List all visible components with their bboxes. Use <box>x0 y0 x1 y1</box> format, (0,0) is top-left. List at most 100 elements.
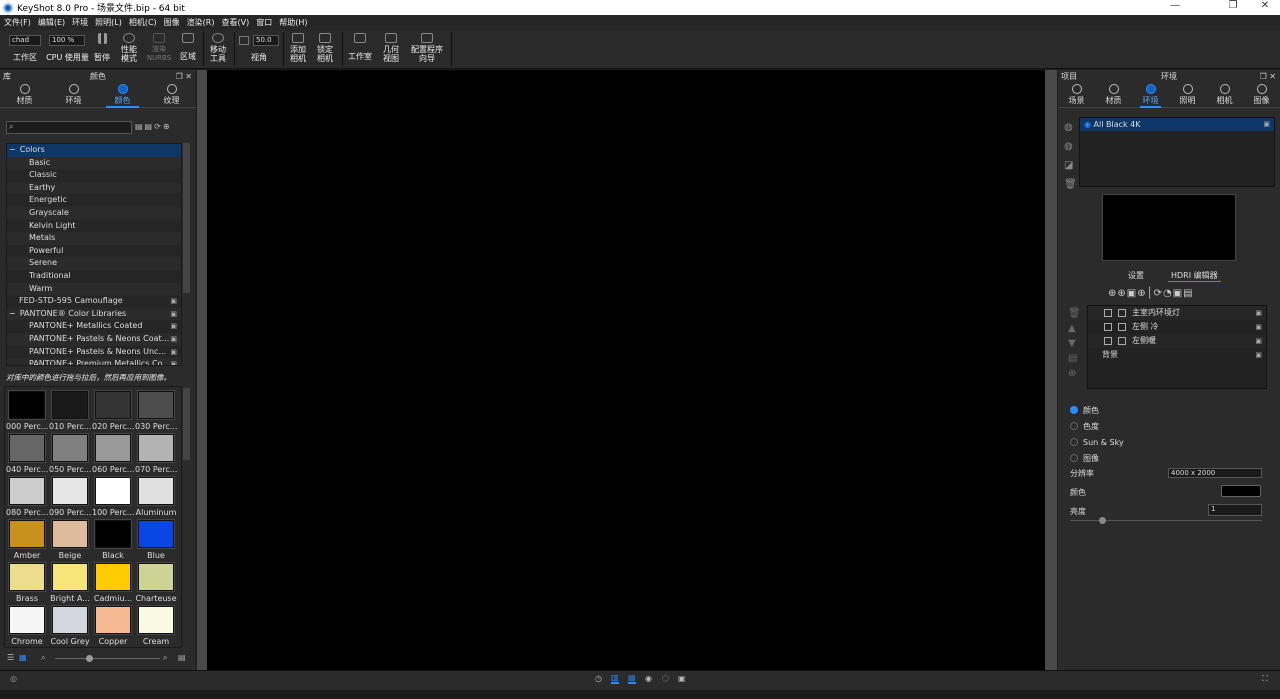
tree-item[interactable]: Classic <box>7 169 181 182</box>
render-viewport[interactable] <box>207 70 1045 670</box>
color-swatch[interactable] <box>51 519 89 549</box>
subtab-hdri-editor[interactable]: HDRI 编辑器 <box>1168 270 1221 282</box>
color-swatch[interactable] <box>94 390 132 420</box>
visibility-checkbox[interactable] <box>1104 322 1112 331</box>
color-swatch[interactable] <box>94 476 132 506</box>
color-swatch[interactable] <box>137 390 175 420</box>
minimize-button[interactable]: — <box>1160 0 1190 11</box>
menu-lighting[interactable]: 照明(L) <box>95 17 122 28</box>
tree-item[interactable]: FED-STD-595 Camouflage ▣ <box>7 295 181 308</box>
folder-add-icon[interactable]: ▤ <box>178 653 186 662</box>
resolution-select[interactable]: 4000 x 2000 <box>1168 468 1262 478</box>
swatch-scrollbar[interactable] <box>183 388 190 460</box>
menu-image[interactable]: 图像 <box>164 17 180 28</box>
solo-checkbox[interactable] <box>1118 308 1126 317</box>
tab-library-2[interactable]: 颜色 <box>98 82 147 108</box>
visibility-checkbox[interactable] <box>1104 308 1112 317</box>
tree-item[interactable]: PANTONE+ Premium Metallics Co... ▣ <box>7 358 181 365</box>
tree-item[interactable]: Serene <box>7 257 181 270</box>
grid-view-icon[interactable]: ▦ <box>19 653 27 662</box>
fov-input[interactable]: 50.0 <box>253 35 279 46</box>
color-swatch[interactable] <box>51 605 89 635</box>
cpu-usage-select[interactable]: 100 % <box>49 35 85 46</box>
pause-button[interactable]: 暂停 <box>92 33 112 62</box>
hdri-pin-item[interactable]: 主室内环境灯 ▣ <box>1088 306 1266 320</box>
tab-project-0[interactable]: 场景 <box>1058 82 1095 107</box>
panel-float-close-icon[interactable]: ❐ ✕ <box>176 72 192 81</box>
subtab-settings[interactable]: 设置 <box>1128 270 1144 281</box>
studio-button[interactable]: 工作室 <box>345 33 375 61</box>
hdri-pin-item[interactable]: 左侧 冷 ▣ <box>1088 320 1266 334</box>
color-swatch[interactable] <box>137 519 175 549</box>
workspace-select[interactable]: chad <box>9 35 41 46</box>
menu-environment[interactable]: 环境 <box>72 17 88 28</box>
background-radio[interactable]: Sun & Sky <box>1058 434 1280 450</box>
environment-tool-icons[interactable]: ◍ ◍ ◪ 🗑 <box>1064 118 1077 194</box>
color-swatch[interactable] <box>8 605 46 635</box>
tree-item[interactable]: Powerful <box>7 244 181 258</box>
background-color-swatch[interactable] <box>1221 485 1261 497</box>
geometry-view-button[interactable]: 几何 视图 <box>380 33 402 63</box>
color-swatch[interactable] <box>8 519 46 549</box>
performance-mode-button[interactable]: 性能 模式 <box>116 33 142 63</box>
network-icon[interactable]: ◎ <box>10 674 17 683</box>
menu-view[interactable]: 查看(V) <box>221 17 249 28</box>
tab-project-2[interactable]: 环境 <box>1132 82 1169 108</box>
hdri-pin-tool-icons[interactable]: ⊕⊕▣⊕│⟳◔▣▤ <box>1108 288 1194 299</box>
solo-checkbox[interactable] <box>1118 322 1126 331</box>
tree-item[interactable]: Metals <box>7 232 181 245</box>
menu-file[interactable]: 文件(F) <box>4 17 31 28</box>
left-splitter[interactable] <box>197 70 207 670</box>
color-swatch[interactable] <box>51 476 89 506</box>
tree-item[interactable]: − Colors <box>7 144 181 157</box>
tab-project-1[interactable]: 材质 <box>1095 82 1132 107</box>
tree-item[interactable]: Grayscale <box>7 207 181 220</box>
add-camera-button[interactable]: 添加 相机 <box>287 33 309 63</box>
region-button[interactable]: 区域 <box>178 33 198 61</box>
background-radio[interactable]: 色度 <box>1058 418 1280 434</box>
tree-item[interactable]: Earthy <box>7 182 181 195</box>
background-radio[interactable]: 图像 <box>1058 450 1280 466</box>
background-radio[interactable]: 颜色 <box>1058 402 1280 418</box>
color-swatch[interactable] <box>51 433 89 463</box>
tree-scrollbar[interactable] <box>183 143 190 293</box>
tree-item[interactable]: PANTONE+ Pastels & Neons Coat... ▣ <box>7 333 181 346</box>
close-button[interactable]: ✕ <box>1250 0 1280 11</box>
menu-edit[interactable]: 编辑(E) <box>38 17 65 28</box>
library-tool-icons[interactable]: ▤▤⟳⊕ <box>135 122 172 131</box>
collapse-icon[interactable]: − <box>9 145 16 154</box>
color-swatch[interactable] <box>51 562 89 592</box>
right-splitter[interactable] <box>1045 70 1057 670</box>
collapse-icon[interactable]: − <box>9 309 16 318</box>
tab-project-4[interactable]: 相机 <box>1206 82 1243 107</box>
color-swatch[interactable] <box>51 390 89 420</box>
brightness-slider[interactable] <box>1070 517 1262 524</box>
project-toggle-icon[interactable]: ▤ <box>628 673 636 684</box>
tab-library-0[interactable]: 材质 <box>0 82 49 107</box>
library-search-input[interactable]: ⌕ <box>6 121 132 134</box>
keyshotvr-icon[interactable]: ⬡ <box>662 674 669 683</box>
tree-item[interactable]: Basic <box>7 157 181 170</box>
maximize-button[interactable]: ❐ <box>1218 0 1248 11</box>
fullscreen-icon[interactable]: ⛶ <box>1262 674 1268 684</box>
tree-item[interactable]: − PANTONE® Color Libraries ▣ <box>7 308 181 321</box>
list-view-icon[interactable]: ☰ <box>7 653 14 662</box>
color-swatch[interactable] <box>94 519 132 549</box>
hdri-pin-item[interactable]: 背景 ▣ <box>1088 348 1266 362</box>
color-swatch[interactable] <box>137 605 175 635</box>
configurator-wizard-button[interactable]: 配置程序 向导 <box>408 33 446 63</box>
pin-tool-icons[interactable]: 🗑 ▲ ▼ ▤ ⊕ <box>1068 306 1081 381</box>
color-swatch[interactable] <box>94 605 132 635</box>
render-nurbs-button[interactable]: 渲染 NURBS <box>146 33 172 63</box>
color-swatch[interactable] <box>137 562 175 592</box>
render-icon[interactable]: ◉ <box>645 674 652 683</box>
tab-project-3[interactable]: 照明 <box>1169 82 1206 107</box>
lock-camera-button[interactable]: 锁定 相机 <box>314 33 336 63</box>
move-tool-button[interactable]: 移动 工具 <box>206 33 230 63</box>
tree-item[interactable]: Energetic <box>7 194 181 207</box>
hdri-pin-item[interactable]: 左侧暖 ▣ <box>1088 334 1266 348</box>
color-swatch[interactable] <box>94 562 132 592</box>
tree-item[interactable]: PANTONE+ Pastels & Neons Unc... ▣ <box>7 345 181 359</box>
color-swatch[interactable] <box>8 562 46 592</box>
tree-item[interactable]: Warm <box>7 283 181 296</box>
